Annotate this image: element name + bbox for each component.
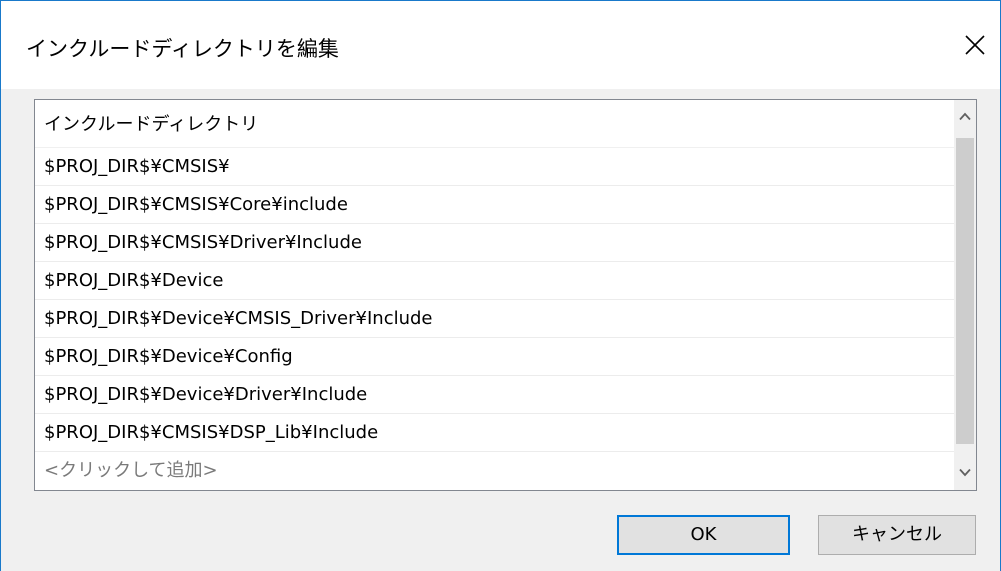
vertical-scrollbar[interactable] bbox=[954, 100, 976, 490]
chevron-up-icon bbox=[959, 112, 971, 121]
list-item[interactable]: $PROJ_DIR$¥Device bbox=[35, 262, 955, 300]
edit-include-directories-dialog: インクルードディレクトリを編集 インクルードディレクトリ $PROJ_DIR$¥… bbox=[0, 0, 1001, 571]
add-item-placeholder[interactable]: <クリックして追加> bbox=[35, 452, 955, 490]
ok-button[interactable]: OK bbox=[617, 515, 790, 555]
list-item[interactable]: $PROJ_DIR$¥CMSIS¥ bbox=[35, 148, 955, 186]
chevron-down-icon bbox=[959, 468, 971, 477]
title-bar: インクルードディレクトリを編集 bbox=[1, 1, 1000, 89]
list-item[interactable]: $PROJ_DIR$¥CMSIS¥Driver¥Include bbox=[35, 224, 955, 262]
dialog-title: インクルードディレクトリを編集 bbox=[26, 37, 339, 61]
scroll-up-button[interactable] bbox=[954, 100, 976, 134]
list-item[interactable]: $PROJ_DIR$¥CMSIS¥DSP_Lib¥Include bbox=[35, 414, 955, 452]
cancel-button[interactable]: キャンセル bbox=[818, 515, 976, 555]
close-icon bbox=[965, 35, 985, 55]
include-directory-list[interactable]: インクルードディレクトリ $PROJ_DIR$¥CMSIS¥ $PROJ_DIR… bbox=[34, 99, 977, 491]
list-header: インクルードディレクトリ bbox=[35, 100, 955, 148]
list-item[interactable]: $PROJ_DIR$¥Device¥Config bbox=[35, 338, 955, 376]
close-button[interactable] bbox=[954, 1, 1000, 89]
list-item[interactable]: $PROJ_DIR$¥CMSIS¥Core¥include bbox=[35, 186, 955, 224]
list-item[interactable]: $PROJ_DIR$¥Device¥Driver¥Include bbox=[35, 376, 955, 414]
list-item[interactable]: $PROJ_DIR$¥Device¥CMSIS_Driver¥Include bbox=[35, 300, 955, 338]
scroll-down-button[interactable] bbox=[954, 456, 976, 490]
scrollbar-thumb[interactable] bbox=[956, 138, 974, 444]
list-rows: インクルードディレクトリ $PROJ_DIR$¥CMSIS¥ $PROJ_DIR… bbox=[35, 100, 955, 490]
